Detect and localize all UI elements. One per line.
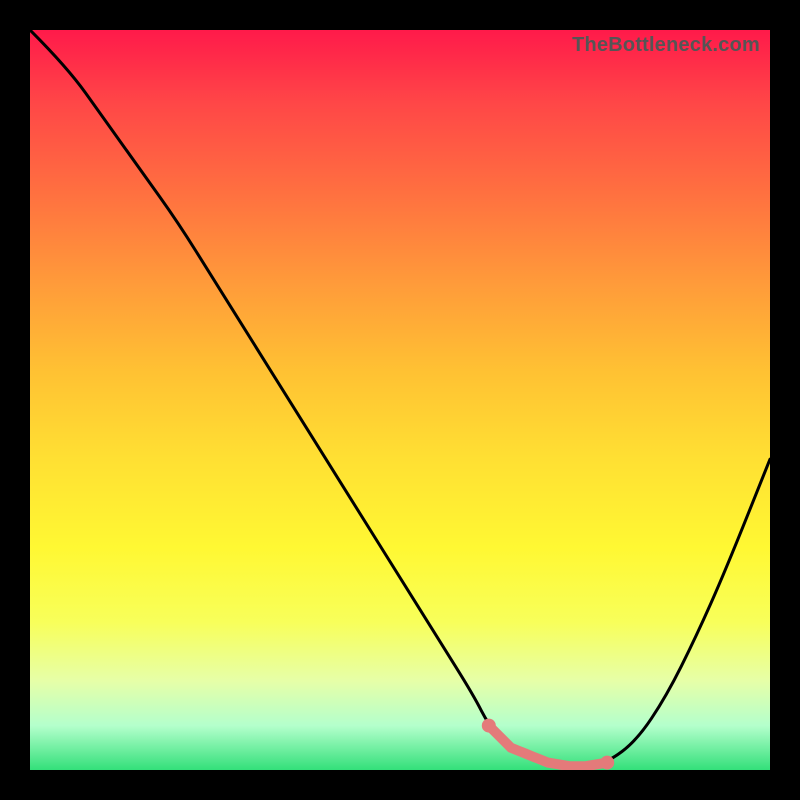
marker-group	[482, 719, 614, 770]
optimal-marker	[600, 756, 614, 770]
chart-frame: TheBottleneck.com	[0, 0, 800, 800]
optimal-range-highlight	[489, 726, 607, 767]
optimal-marker	[482, 719, 496, 733]
watermark-text: TheBottleneck.com	[572, 34, 760, 57]
curve-path	[30, 30, 770, 766]
bottleneck-curve	[30, 30, 770, 770]
plot-area: TheBottleneck.com	[30, 30, 770, 770]
